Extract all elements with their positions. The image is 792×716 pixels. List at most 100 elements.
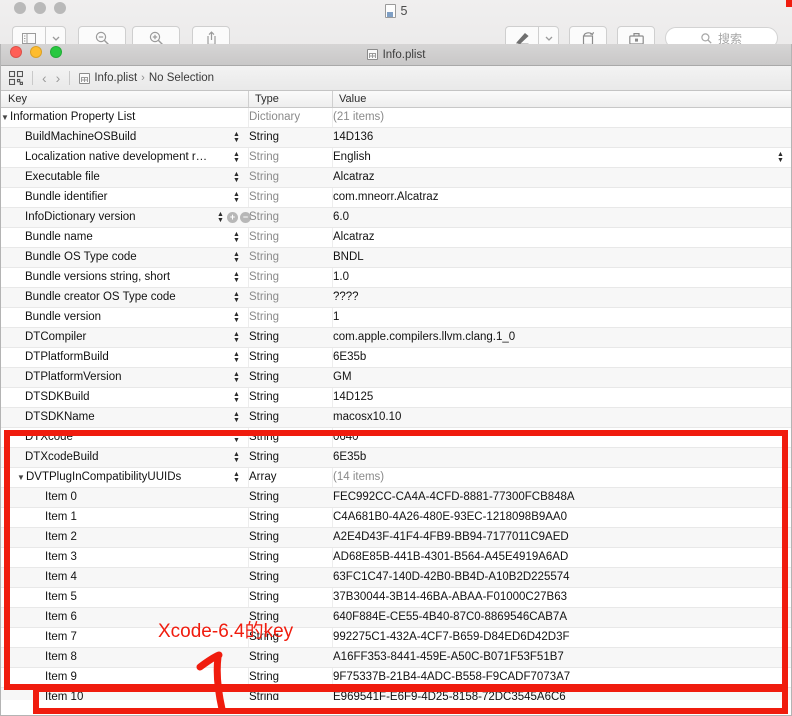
row-type-cell[interactable]: String <box>249 251 279 263</box>
table-row[interactable]: Item 6 String 640F884E-CE55-4B40-87C0-8869… <box>1 608 791 628</box>
row-stepper[interactable]: ▲ ▼ <box>232 391 241 405</box>
row-type-cell[interactable]: String <box>249 331 279 343</box>
table-row[interactable]: InfoDictionary version ▲ ▼ + − String 6.0 <box>1 208 791 228</box>
row-value-cell[interactable]: 9F75337B-21B4-4ADC-B558-F9CADF7073A7 <box>333 671 570 683</box>
row-type-cell[interactable]: String <box>249 351 279 363</box>
row-type-cell[interactable]: String <box>249 311 279 323</box>
row-value-cell[interactable]: AD68E85B-441B-4301-B564-A45E4919A6AD <box>333 551 568 563</box>
table-row[interactable]: Item 4 String 63FC1C47-140D-42B0-BB4D-A10B… <box>1 568 791 588</box>
row-key-cell[interactable]: DTSDKName <box>25 411 95 423</box>
row-key-cell[interactable]: Bundle identifier <box>25 191 107 203</box>
row-value-cell[interactable]: Alcatraz <box>333 171 375 183</box>
row-type-cell[interactable]: String <box>249 551 279 563</box>
row-value-cell[interactable]: 14D136 <box>333 131 373 143</box>
row-stepper[interactable]: ▲ ▼ <box>232 331 241 345</box>
row-key-cell[interactable]: DTXcode <box>25 431 73 443</box>
row-type-cell[interactable]: String <box>249 371 279 383</box>
row-value-cell[interactable]: C4A681B0-4A26-480E-93EC-1218098B9AA0 <box>333 511 567 523</box>
column-header-value[interactable]: Value <box>332 93 366 105</box>
row-type-cell[interactable]: Dictionary <box>249 111 300 123</box>
row-type-cell[interactable]: String <box>249 211 279 223</box>
row-stepper[interactable]: ▲ ▼ <box>232 151 241 165</box>
breadcrumb[interactable]: Info.plist › No Selection <box>79 72 214 84</box>
row-type-cell[interactable]: String <box>249 171 279 183</box>
table-row[interactable]: ▼DVTPlugInCompatibilityUUIDs ▲ ▼ Array (14 i… <box>1 468 791 488</box>
table-row[interactable]: Item 2 String A2E4D43F-41F4-4FB9-BB94-7177… <box>1 528 791 548</box>
table-row[interactable]: DTPlatformBuild ▲ ▼ String 6E35b <box>1 348 791 368</box>
row-stepper[interactable]: ▲ ▼ <box>232 251 241 265</box>
row-type-cell[interactable]: String <box>249 591 279 603</box>
row-stepper[interactable]: ▲ ▼ <box>232 231 241 245</box>
row-key-cell[interactable]: DTSDKBuild <box>25 391 90 403</box>
disclosure-triangle-icon[interactable]: ▼ <box>17 473 26 482</box>
table-row[interactable]: Bundle versions string, short ▲ ▼ String 1.0 <box>1 268 791 288</box>
close-icon[interactable] <box>10 46 22 58</box>
row-value-cell[interactable]: GM <box>333 371 352 383</box>
table-row[interactable]: Executable file ▲ ▼ String Alcatraz <box>1 168 791 188</box>
row-key-cell[interactable]: Item 9 <box>45 671 77 683</box>
row-key-cell[interactable]: Bundle version <box>25 311 101 323</box>
row-key-cell[interactable]: Item 5 <box>45 591 77 603</box>
row-key-cell[interactable]: Item 6 <box>45 611 77 623</box>
table-row[interactable]: Bundle name ▲ ▼ String Alcatraz <box>1 228 791 248</box>
row-stepper[interactable]: ▲ ▼ <box>232 131 241 145</box>
row-type-cell[interactable]: String <box>249 191 279 203</box>
row-key-cell[interactable]: Bundle name <box>25 231 93 243</box>
row-value-cell[interactable]: 14D125 <box>333 391 373 403</box>
row-type-cell[interactable]: String <box>249 631 279 643</box>
table-row[interactable]: Bundle OS Type code ▲ ▼ String BNDL <box>1 248 791 268</box>
add-row-button[interactable]: + <box>227 212 238 223</box>
table-row[interactable]: Item 3 String AD68E85B-441B-4301-B564-A45E… <box>1 548 791 568</box>
table-row[interactable]: Bundle version ▲ ▼ String 1 <box>1 308 791 328</box>
row-key-cell[interactable]: ▼DVTPlugInCompatibilityUUIDs <box>17 471 181 483</box>
table-row[interactable]: Item 1 String C4A681B0-4A26-480E-93EC-1218… <box>1 508 791 528</box>
row-type-cell[interactable]: String <box>249 611 279 623</box>
row-type-cell[interactable]: String <box>249 511 279 523</box>
row-type-cell[interactable]: String <box>249 651 279 663</box>
row-key-cell[interactable]: Item 7 <box>45 631 77 643</box>
row-value-cell[interactable]: 1.0 <box>333 271 349 283</box>
row-type-cell[interactable]: String <box>249 451 279 463</box>
related-items-icon[interactable] <box>9 71 23 85</box>
row-value-cell[interactable]: 6.0 <box>333 211 349 223</box>
row-key-cell[interactable]: InfoDictionary version <box>25 211 136 223</box>
row-type-cell[interactable]: String <box>249 571 279 583</box>
row-value-cell[interactable]: ???? <box>333 291 359 303</box>
row-value-cell[interactable]: 37B30044-3B14-46BA-ABAA-F01000C27B63 <box>333 591 567 603</box>
table-row[interactable]: Item 5 String 37B30044-3B14-46BA-ABAA-F010… <box>1 588 791 608</box>
table-row[interactable]: DTPlatformVersion ▲ ▼ String GM <box>1 368 791 388</box>
row-value-cell[interactable]: com.mneorr.Alcatraz <box>333 191 438 203</box>
table-row[interactable]: Item 8 String A16FF353-8441-459E-A50C-B071… <box>1 648 791 668</box>
row-value-cell[interactable]: (14 items) <box>333 471 384 483</box>
row-value-cell[interactable]: (21 items) <box>333 111 384 123</box>
row-stepper[interactable]: ▲ ▼ <box>232 431 241 445</box>
row-stepper[interactable]: ▲ ▼ <box>232 271 241 285</box>
row-stepper[interactable]: ▲ ▼ <box>232 311 241 325</box>
row-value-cell[interactable]: A16FF353-8441-459E-A50C-B071F53F51B7 <box>333 651 564 663</box>
row-key-cell[interactable]: DTXcodeBuild <box>25 451 99 463</box>
row-key-cell[interactable]: Item 4 <box>45 571 77 583</box>
row-value-cell[interactable]: A2E4D43F-41F4-4FB9-BB94-7177011C9AED <box>333 531 569 543</box>
table-row[interactable]: ▼Information Property List Dictionary (21 … <box>1 108 791 128</box>
xcode-traffic-lights[interactable] <box>10 46 62 58</box>
table-row[interactable]: DTXcodeBuild ▲ ▼ String 6E35b <box>1 448 791 468</box>
table-row[interactable]: Item 9 String 9F75337B-21B4-4ADC-B558-F9CA… <box>1 668 791 688</box>
row-key-cell[interactable]: DTPlatformVersion <box>25 371 122 383</box>
row-stepper[interactable]: ▲ ▼ <box>232 351 241 365</box>
row-type-cell[interactable]: String <box>249 231 279 243</box>
table-row[interactable]: BuildMachineOSBuild ▲ ▼ String 14D136 <box>1 128 791 148</box>
row-value-cell[interactable]: 1 <box>333 311 339 323</box>
row-key-cell[interactable]: Item 1 <box>45 511 77 523</box>
row-type-cell[interactable]: String <box>249 291 279 303</box>
row-type-cell[interactable]: String <box>249 271 279 283</box>
disclosure-triangle-icon[interactable]: ▼ <box>1 113 10 122</box>
row-add-remove-controls[interactable]: + − <box>227 212 251 223</box>
row-type-cell[interactable]: String <box>249 131 279 143</box>
row-key-cell[interactable]: BuildMachineOSBuild <box>25 131 136 143</box>
row-stepper[interactable]: ▲ ▼ <box>232 291 241 305</box>
zoom-icon[interactable] <box>50 46 62 58</box>
column-header-type[interactable]: Type <box>248 93 279 105</box>
chevron-right-icon[interactable]: › <box>56 71 61 85</box>
row-value-cell[interactable]: 640F884E-CE55-4B40-87C0-8869546CAB7A <box>333 611 567 623</box>
row-stepper[interactable]: ▲ ▼ <box>232 471 241 485</box>
